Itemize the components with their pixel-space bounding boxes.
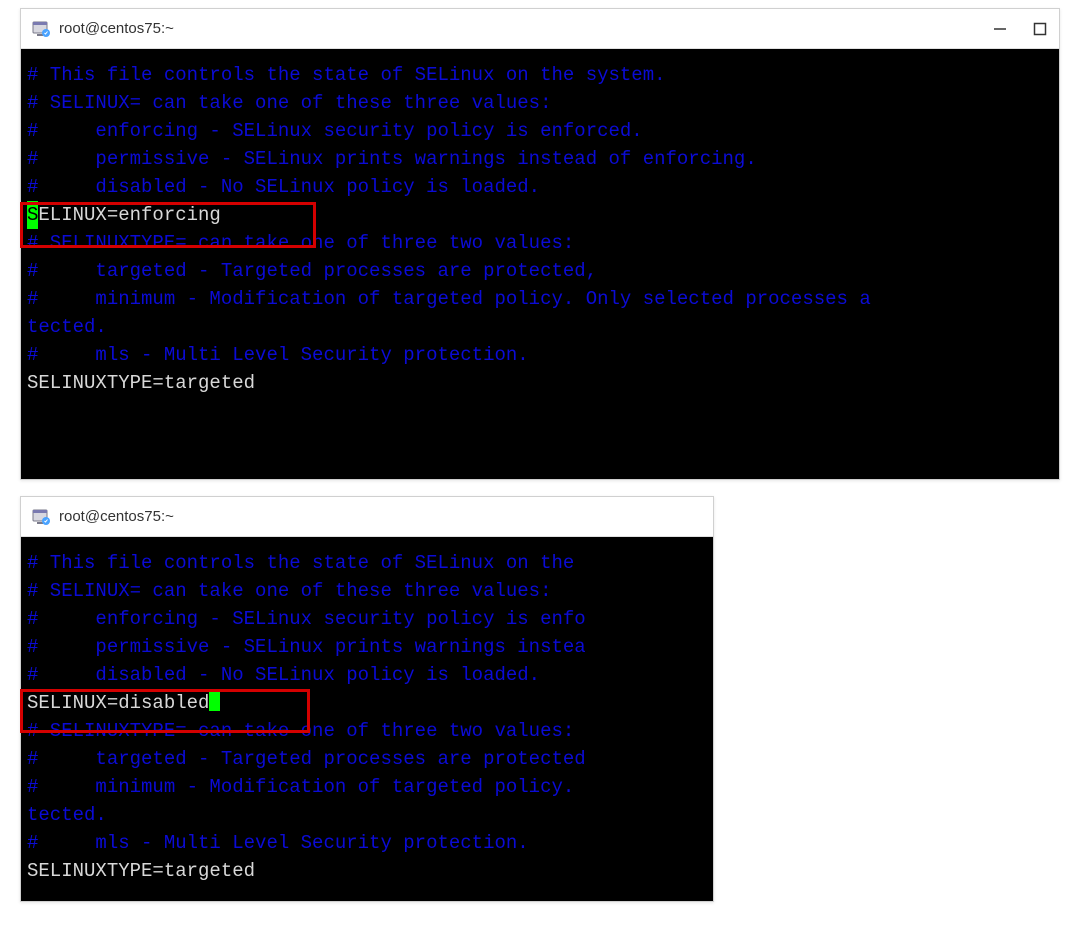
window-title-1: root@centos75:~	[59, 20, 991, 37]
comment-line: # SELINUX= can take one of these three v…	[27, 89, 1053, 117]
selinux-line: SELINUX=disabled	[27, 689, 707, 717]
comment-line: # permissive - SELinux prints warnings i…	[27, 145, 1053, 173]
comment-line: # mls - Multi Level Security protection.	[27, 829, 707, 857]
comment-line: # This file controls the state of SELinu…	[27, 61, 1053, 89]
terminal-body-1[interactable]: # This file controls the state of SELinu…	[21, 49, 1059, 479]
comment-line: # minimum - Modification of targeted pol…	[27, 285, 1053, 313]
comment-line: # mls - Multi Level Security protection.	[27, 341, 1053, 369]
selinux-value: SELINUX=disabled	[27, 692, 209, 714]
selinux-value: ELINUX=enforcing	[38, 204, 220, 226]
comment-line: # SELINUXTYPE= can take one of three two…	[27, 717, 707, 745]
window-controls-1	[991, 20, 1053, 38]
titlebar-1[interactable]: root@centos75:~	[21, 9, 1059, 49]
terminal-body-2[interactable]: # This file controls the state of SELinu…	[21, 537, 713, 901]
window-title-2: root@centos75:~	[59, 508, 707, 525]
comment-line: # permissive - SELinux prints warnings i…	[27, 633, 707, 661]
comment-line: tected.	[27, 313, 1053, 341]
comment-line: # This file controls the state of SELinu…	[27, 549, 707, 577]
selinuxtype-line: SELINUXTYPE=targeted	[27, 857, 707, 885]
terminal-window-2: root@centos75:~ # This file controls the…	[20, 496, 714, 902]
comment-line: # enforcing - SELinux security policy is…	[27, 117, 1053, 145]
titlebar-2[interactable]: root@centos75:~	[21, 497, 713, 537]
comment-line: # minimum - Modification of targeted pol…	[27, 773, 707, 801]
comment-line: # SELINUX= can take one of these three v…	[27, 577, 707, 605]
comment-line: tected.	[27, 801, 707, 829]
selinux-line: SELINUX=enforcing	[27, 201, 1053, 229]
comment-line: # targeted - Targeted processes are prot…	[27, 257, 1053, 285]
app-icon	[31, 19, 51, 39]
maximize-button[interactable]	[1031, 20, 1049, 38]
terminal-window-1: root@centos75:~ # This file controls the…	[20, 8, 1060, 480]
comment-line: # disabled - No SELinux policy is loaded…	[27, 173, 1053, 201]
comment-line: # disabled - No SELinux policy is loaded…	[27, 661, 707, 689]
comment-line: # SELINUXTYPE= can take one of three two…	[27, 229, 1053, 257]
comment-line: # targeted - Targeted processes are prot…	[27, 745, 707, 773]
terminal-cursor	[209, 689, 220, 711]
terminal-cursor: S	[27, 201, 38, 229]
minimize-button[interactable]	[991, 20, 1009, 38]
app-icon	[31, 507, 51, 527]
comment-line: # enforcing - SELinux security policy is…	[27, 605, 707, 633]
selinuxtype-line: SELINUXTYPE=targeted	[27, 369, 1053, 397]
